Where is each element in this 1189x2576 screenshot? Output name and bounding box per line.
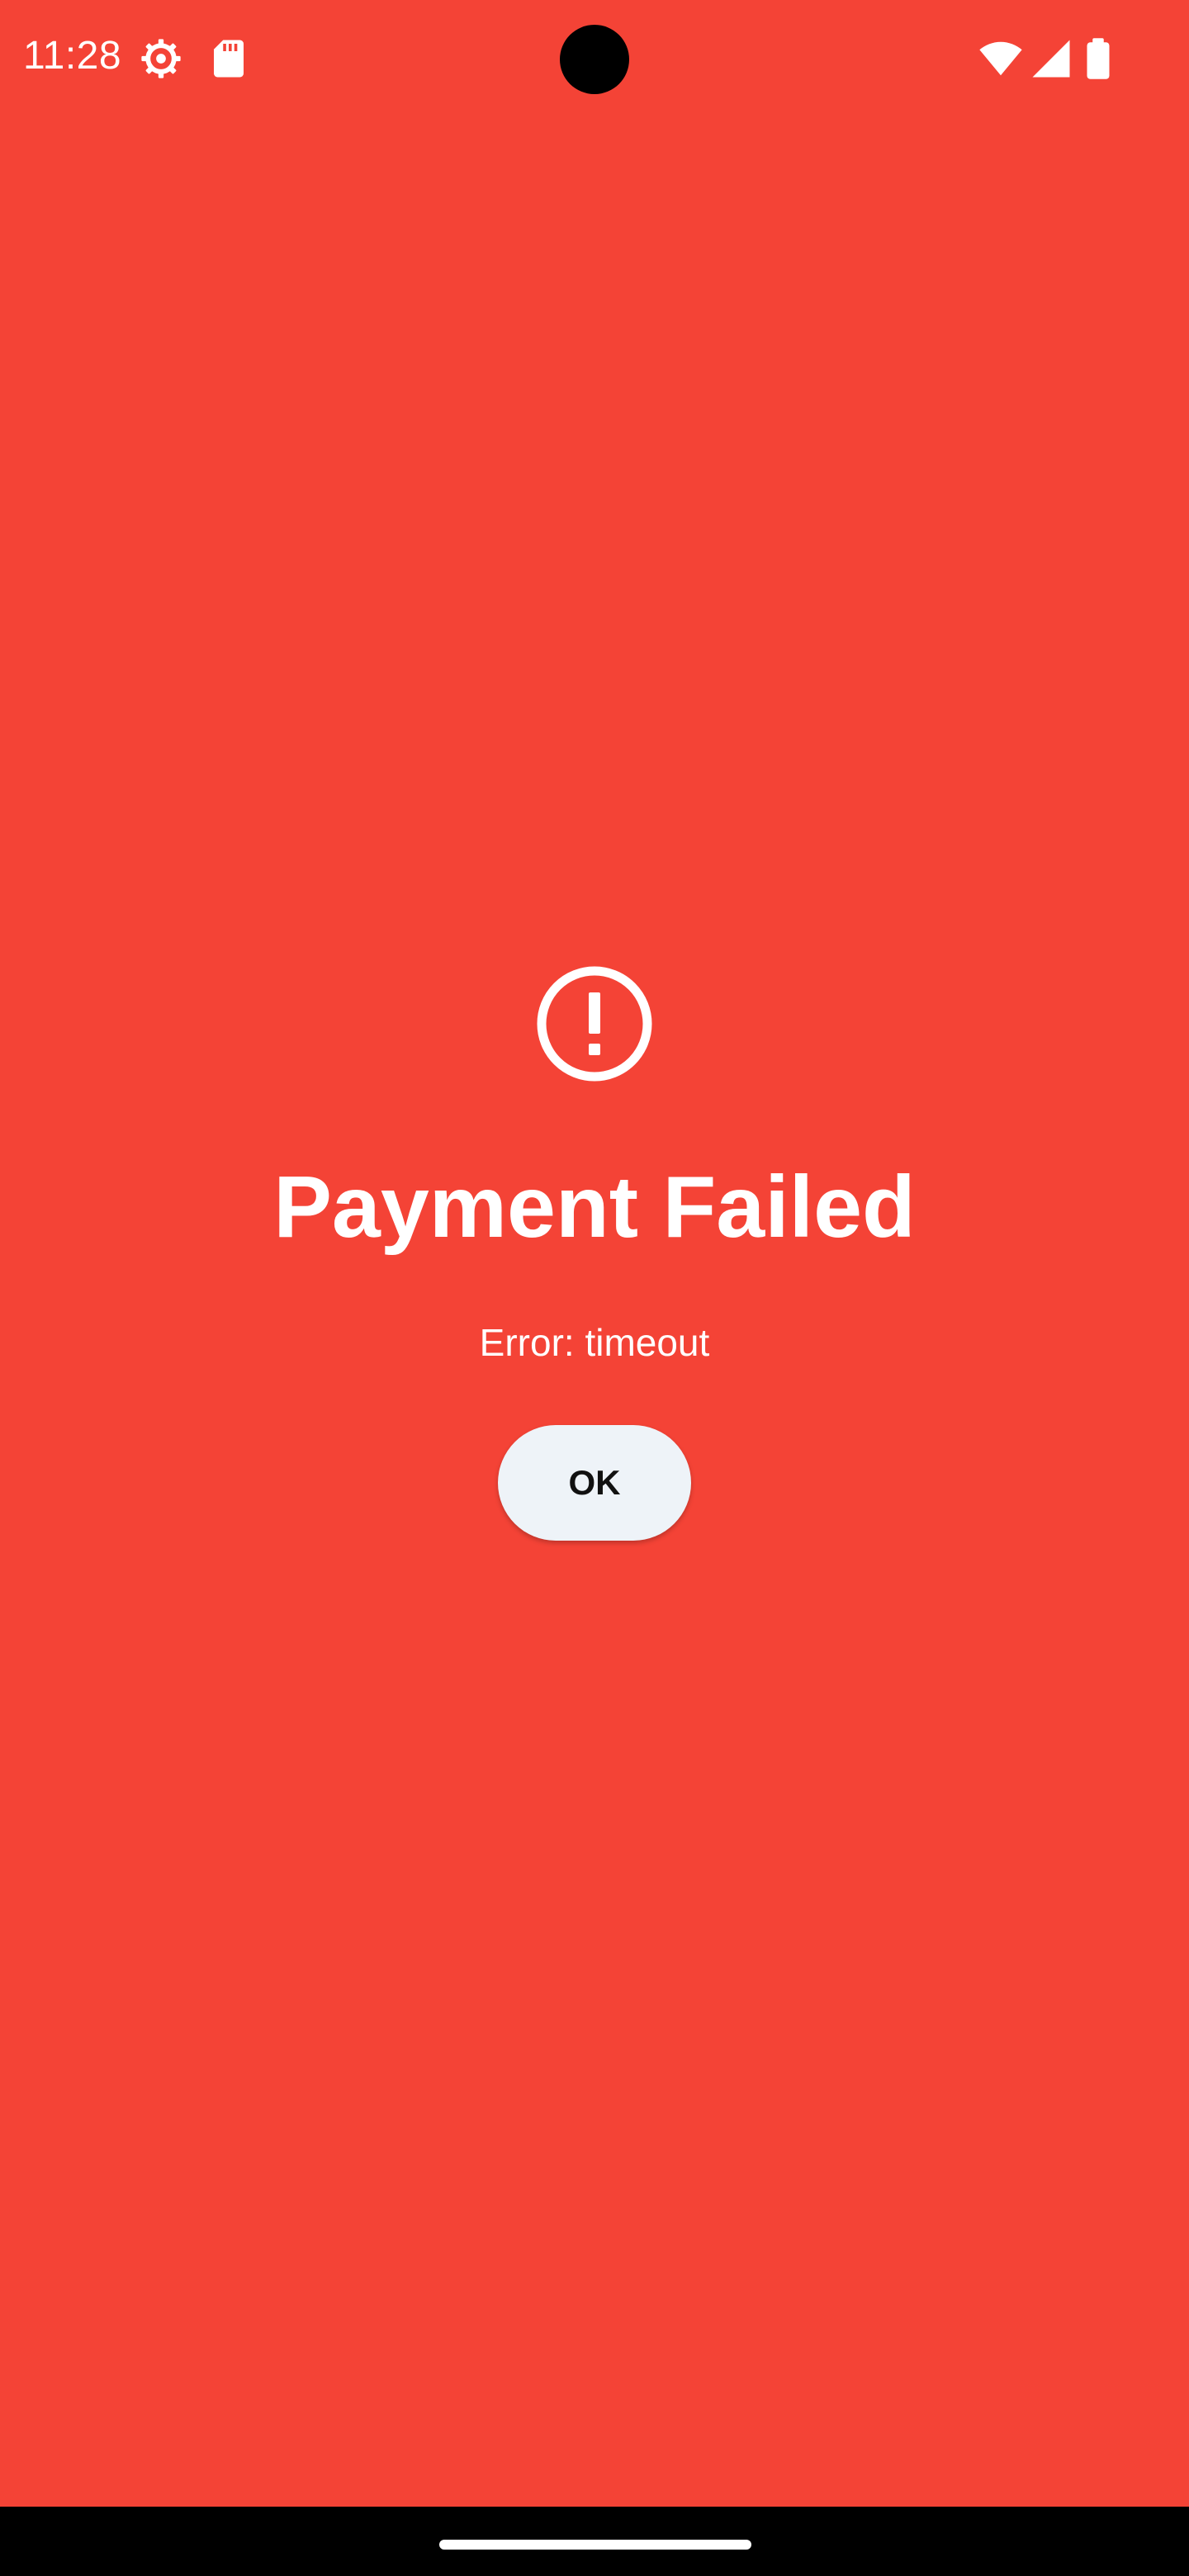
page-title: Payment Failed [273, 1158, 916, 1256]
sd-card-icon [206, 36, 251, 81]
payment-failed-screen: 11:28 Payment Failed Error: timeout OK [0, 0, 1189, 2576]
home-indicator[interactable] [439, 2540, 751, 2550]
wifi-icon [978, 36, 1024, 81]
settings-gear-icon [139, 36, 183, 81]
status-time: 11:28 [23, 34, 122, 78]
ok-button[interactable]: OK [498, 1425, 691, 1541]
navigation-bar [0, 2507, 1189, 2576]
cellular-signal-icon [1029, 36, 1073, 81]
payment-failed-content: Payment Failed Error: timeout OK [0, 964, 1189, 1541]
status-bar: 11:28 [0, 0, 1189, 116]
camera-cutout [560, 25, 629, 94]
error-message: Error: timeout [479, 1321, 710, 1364]
battery-icon [1083, 36, 1113, 81]
exclamation-circle-icon [535, 964, 654, 1083]
